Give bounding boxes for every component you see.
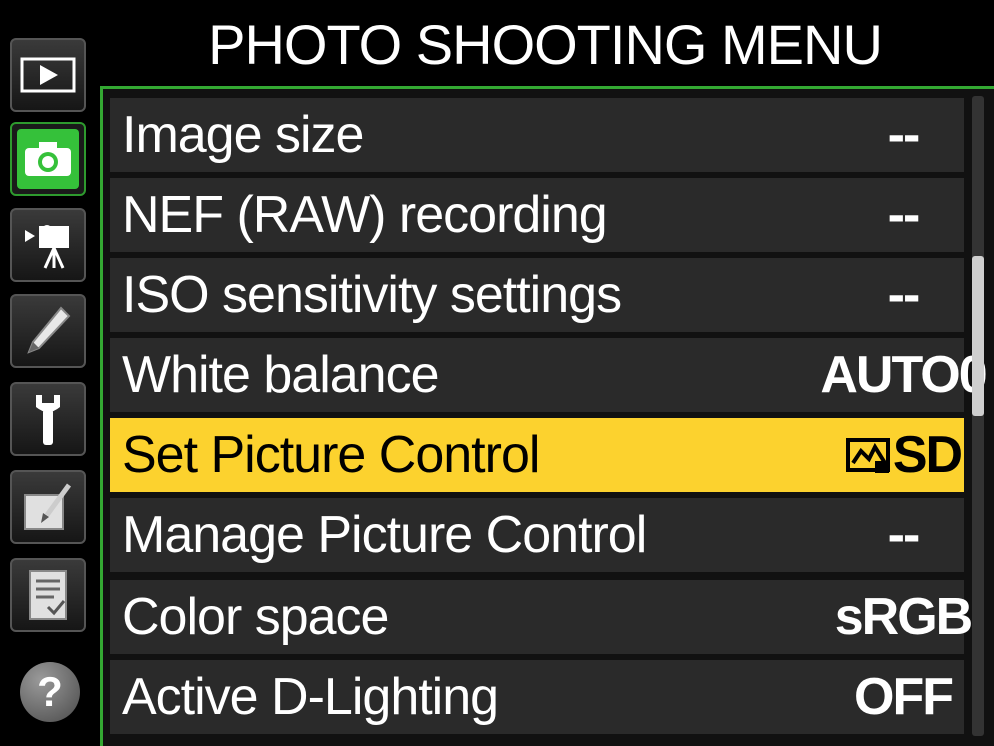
- menu-item-value: OFF: [842, 660, 964, 734]
- tab-movie-shooting-menu[interactable]: [10, 208, 86, 282]
- play-icon: [17, 45, 79, 105]
- menu-item-value: --: [842, 178, 964, 252]
- tab-custom-settings-menu[interactable]: [10, 294, 86, 368]
- menu-item-value: SD: [842, 418, 964, 492]
- help-icon[interactable]: ?: [20, 662, 80, 722]
- menu-item-label: NEF (RAW) recording: [122, 186, 608, 244]
- tab-photo-shooting-menu[interactable]: [10, 122, 86, 196]
- wrench-icon: [17, 389, 79, 449]
- menu-item-label: ISO sensitivity settings: [122, 266, 622, 324]
- menu-item-color-space[interactable]: Color space: [110, 580, 842, 654]
- movie-camera-icon: [17, 215, 79, 275]
- menu-item-iso-sensitivity[interactable]: ISO sensitivity settings: [110, 258, 842, 332]
- menu-item-image-size[interactable]: Image size: [110, 98, 842, 172]
- menu-item-value: --: [842, 98, 964, 172]
- menu-item-manage-picture-control[interactable]: Manage Picture Control: [110, 498, 842, 572]
- menu-item-label: Active D-Lighting: [122, 668, 499, 726]
- picture-control-value: SD: [892, 426, 963, 484]
- menu-item-label: Image size: [122, 106, 364, 164]
- menu-item-label: Manage Picture Control: [122, 506, 647, 564]
- menu-item-set-picture-control[interactable]: Set Picture Control: [110, 418, 842, 492]
- recent-settings-icon: [17, 565, 79, 625]
- page-title: PHOTO SHOOTING MENU: [208, 13, 883, 76]
- scrollbar[interactable]: [972, 96, 984, 736]
- scrollbar-thumb[interactable]: [972, 256, 984, 416]
- menu-item-value: AUTO0: [820, 338, 988, 412]
- menu-item-white-balance[interactable]: White balance: [110, 338, 842, 412]
- menu-item-active-d-lighting[interactable]: Active D-Lighting: [110, 660, 842, 734]
- menu-item-label: Set Picture Control: [122, 426, 540, 484]
- menu-item-value: --: [842, 498, 964, 572]
- pencil-icon: [17, 301, 79, 361]
- menu-item-value: sRGB: [835, 580, 973, 654]
- menu-item-label: White balance: [122, 346, 440, 404]
- tab-retouch-menu[interactable]: [10, 470, 86, 544]
- tab-playback-menu[interactable]: [10, 38, 86, 112]
- menu-item-nef-raw-recording[interactable]: NEF (RAW) recording: [110, 178, 842, 252]
- menu-item-value: --: [842, 258, 964, 332]
- tab-setup-menu[interactable]: [10, 382, 86, 456]
- picture-control-icon: [845, 435, 891, 475]
- retouch-brush-icon: [17, 477, 79, 537]
- tab-my-menu[interactable]: [10, 558, 86, 632]
- menu-item-label: Color space: [122, 588, 389, 646]
- camera-icon: [17, 129, 79, 189]
- menu-tab-sidebar: ?: [0, 0, 100, 746]
